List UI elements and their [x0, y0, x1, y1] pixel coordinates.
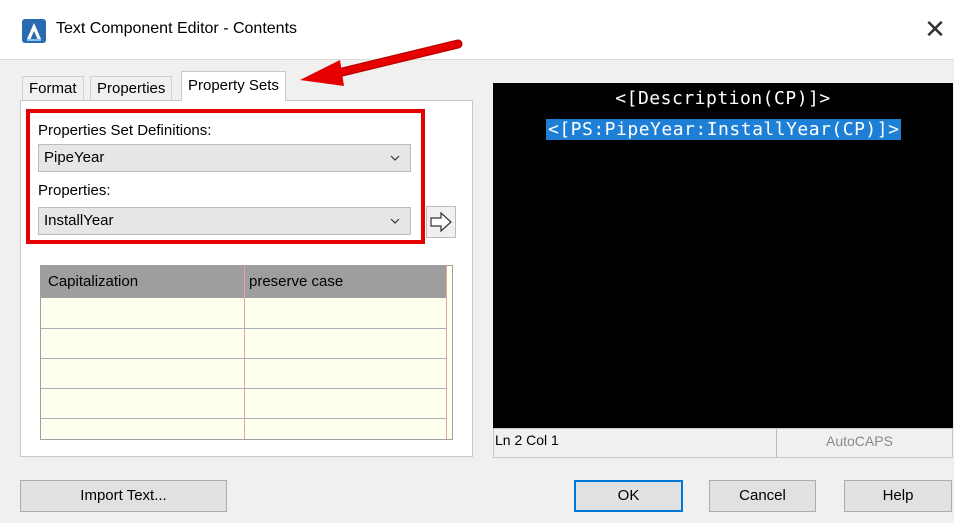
autocad-a-icon — [22, 19, 46, 43]
help-button[interactable]: Help — [844, 480, 952, 512]
right-arrow-icon — [430, 211, 452, 233]
grid-divider — [446, 266, 447, 439]
table-row — [41, 358, 446, 359]
window-title: Text Component Editor - Contents — [56, 20, 298, 37]
properties-value: InstallYear — [44, 212, 114, 229]
definitions-label: Properties Set Definitions: — [38, 122, 212, 139]
close-icon[interactable]: ✕ — [920, 12, 950, 46]
properties-dropdown[interactable]: InstallYear — [38, 207, 411, 235]
table-row — [41, 388, 446, 389]
format-grid[interactable]: Capitalization preserve case — [40, 265, 453, 440]
cursor-position: Ln 2 Col 1 — [495, 432, 559, 448]
insert-property-button[interactable] — [426, 206, 456, 238]
table-row — [41, 328, 446, 329]
tab-properties[interactable]: Properties — [90, 76, 173, 100]
grid-header-capitalization: Capitalization — [48, 273, 139, 290]
ok-button[interactable]: OK — [574, 480, 683, 512]
autocaps-indicator: AutoCAPS — [826, 433, 893, 449]
preview-line-description[interactable]: <[Description(CP)]> — [493, 88, 953, 109]
status-bar: Ln 2 Col 1 AutoCAPS — [493, 428, 953, 458]
tab-property-sets[interactable]: Property Sets — [181, 71, 286, 101]
title-bar: Text Component Editor - Contents ✕ — [0, 0, 954, 60]
chevron-down-icon — [390, 155, 400, 161]
grid-divider — [244, 266, 245, 439]
preview-line-selected[interactable]: <[PS:PipeYear:InstallYear(CP)]> — [546, 119, 902, 140]
chevron-down-icon — [390, 218, 400, 224]
table-row — [41, 418, 446, 419]
properties-label: Properties: — [38, 182, 111, 199]
import-text-button[interactable]: Import Text... — [20, 480, 227, 512]
status-divider — [776, 429, 777, 457]
grid-header-preserve-case: preserve case — [249, 273, 344, 290]
definitions-value: PipeYear — [44, 149, 105, 166]
cancel-button[interactable]: Cancel — [709, 480, 816, 512]
definitions-dropdown[interactable]: PipeYear — [38, 144, 411, 172]
tab-format[interactable]: Format — [22, 76, 84, 100]
